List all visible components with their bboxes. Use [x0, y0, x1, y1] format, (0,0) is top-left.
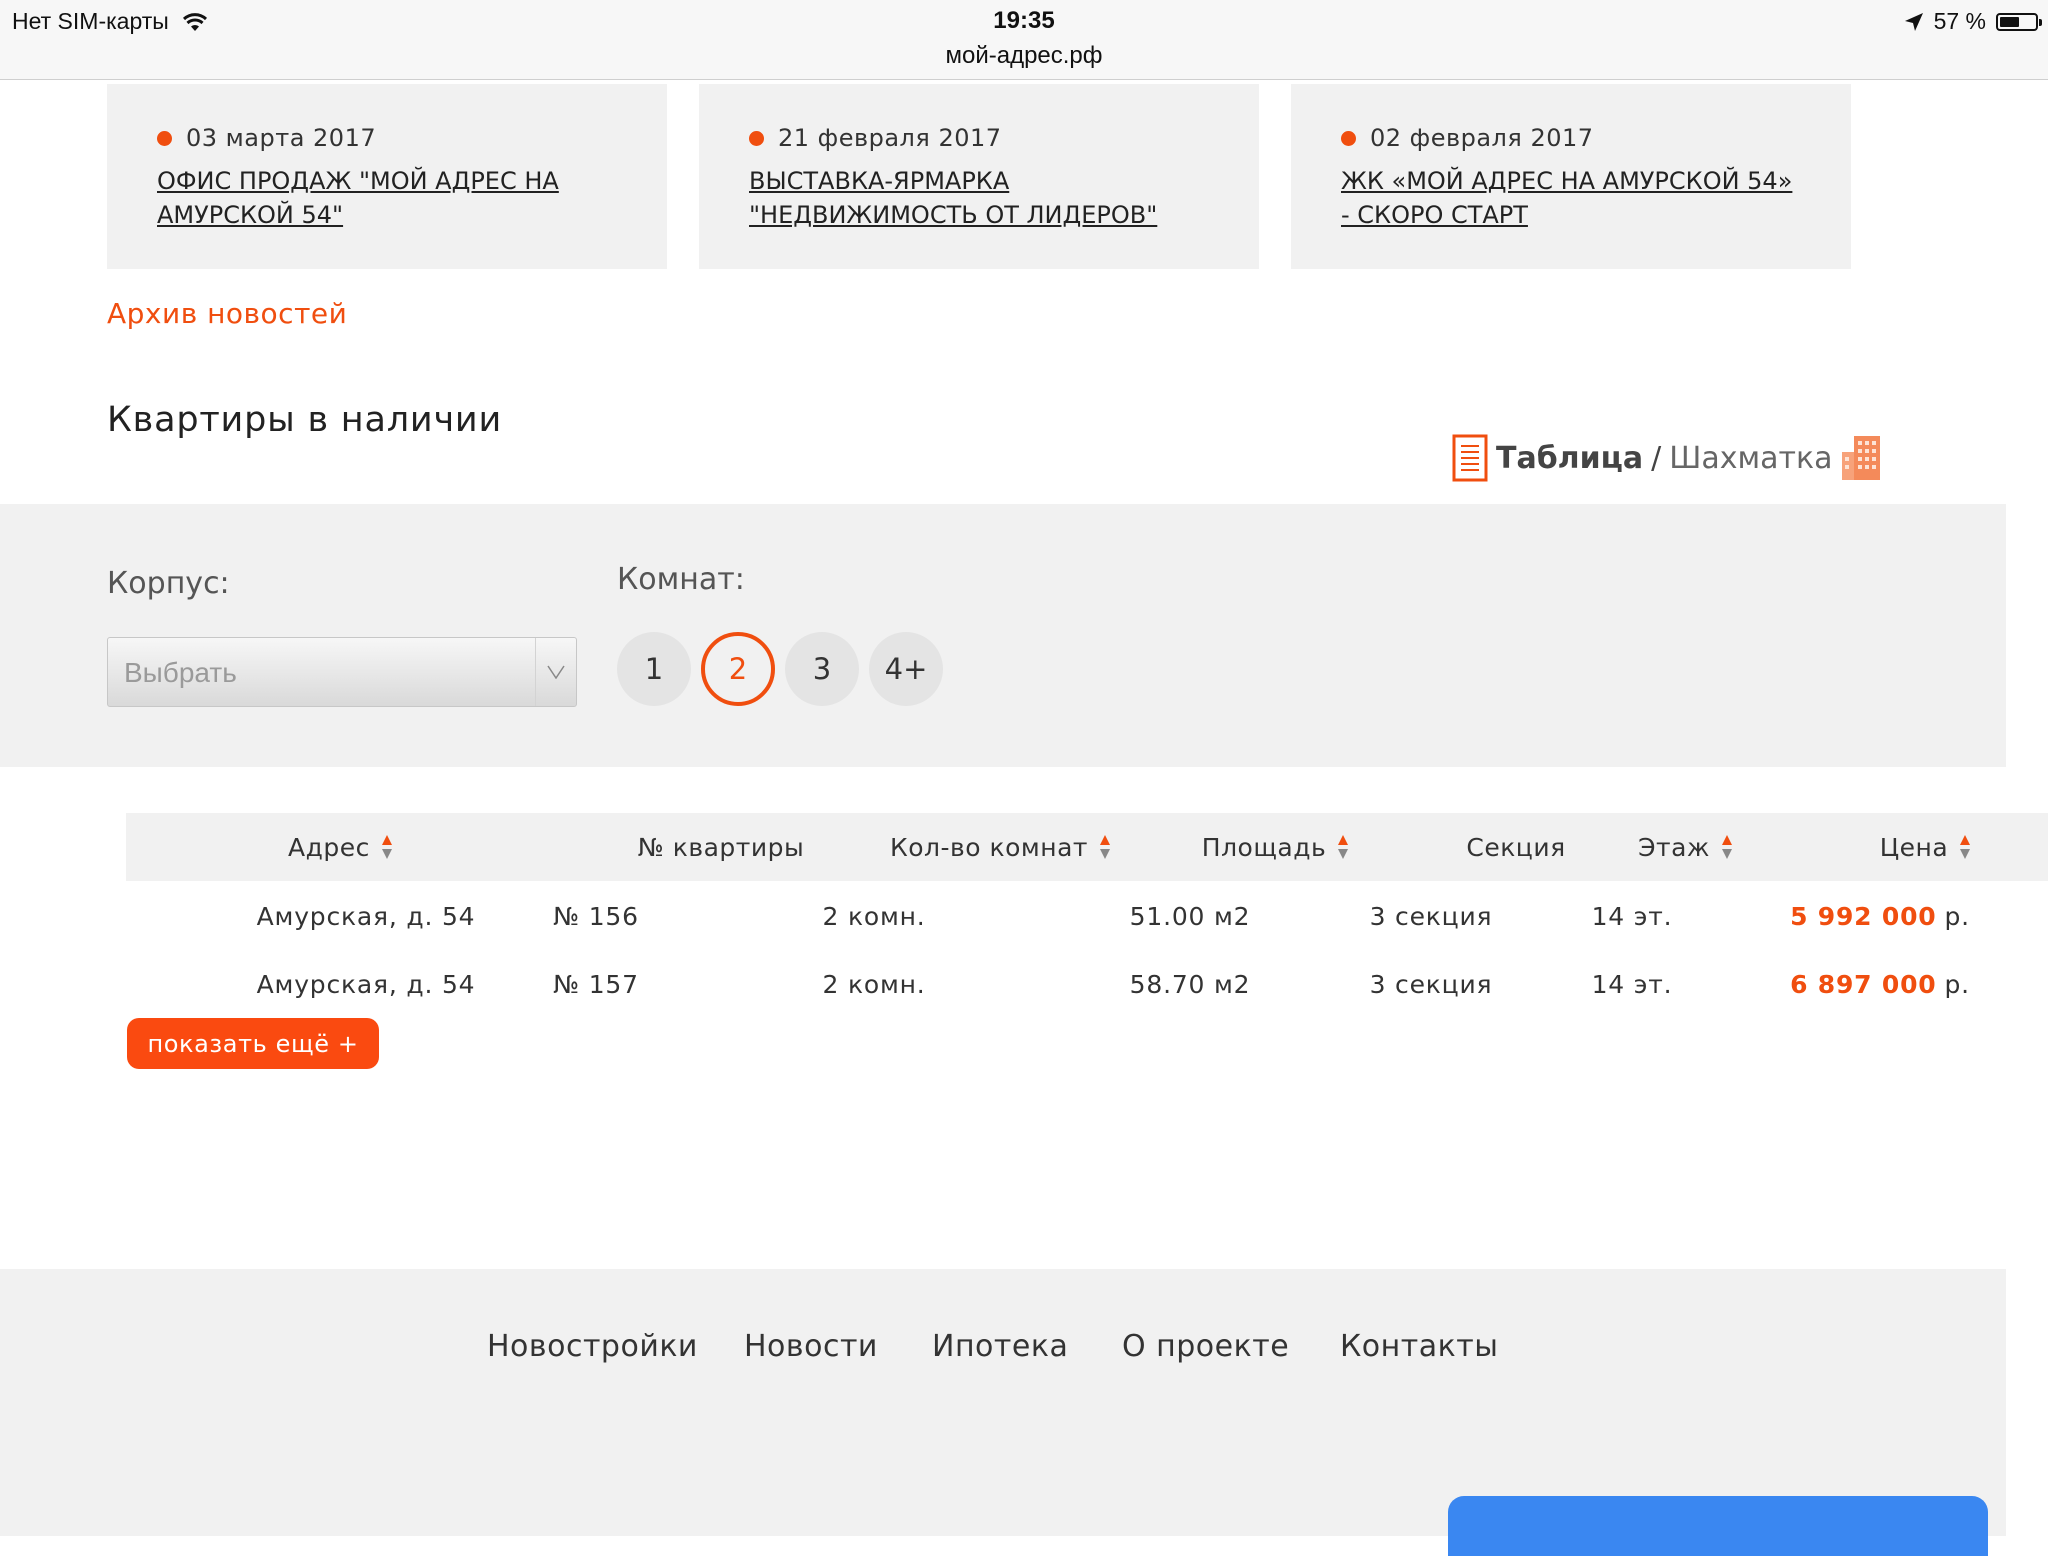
korpus-label: Корпус:: [107, 566, 230, 601]
address-bar-url[interactable]: мой-адрес.рф: [0, 42, 2048, 70]
column-label: Секция: [1466, 832, 1566, 862]
column-header-floor[interactable]: Этаж: [1586, 813, 1786, 881]
cell-area: 51.00 м2: [1129, 901, 1251, 931]
building-icon[interactable]: [1840, 434, 1882, 482]
cell-address: Амурская, д. 54: [256, 901, 476, 931]
footer-link-contacts[interactable]: Контакты: [1340, 1329, 1498, 1364]
cell-section: 3 секция: [1369, 969, 1493, 999]
rooms-label: Комнат:: [617, 562, 745, 597]
table-view-link[interactable]: Таблица: [1496, 441, 1643, 476]
cell-floor: 14 эт.: [1591, 969, 1673, 999]
news-title-line[interactable]: ЖК «МОЙ АДРЕС НА АМУРСКОЙ 54»: [1341, 164, 1827, 198]
view-toggle: Таблица / Шахматка: [1452, 434, 1882, 482]
footer-link-mortgage[interactable]: Ипотека: [932, 1329, 1068, 1364]
korpus-select-value[interactable]: Выбрать: [124, 657, 237, 689]
cell-section: 3 секция: [1369, 901, 1493, 931]
battery-level: [2000, 16, 2020, 27]
cell-floor: 14 эт.: [1591, 901, 1673, 931]
cell-rooms: 2 комн.: [822, 969, 926, 999]
select-arrow[interactable]: [535, 638, 576, 706]
news-card: 21 февраля 2017 ВЫСТАВКА-ЯРМАРКА "НЕДВИЖ…: [699, 84, 1259, 269]
news-date-text: 03 марта 2017: [186, 124, 377, 152]
location-arrow-icon: [1904, 12, 1923, 31]
news-date-text: 21 февраля 2017: [778, 124, 1002, 152]
cell-number: № 156: [553, 901, 639, 931]
view-separator: /: [1651, 440, 1662, 476]
news-archive-link[interactable]: Архив новостей: [107, 297, 347, 330]
bullet-dot-icon: [157, 130, 172, 146]
cell-price: 6 897 000 р.: [1780, 964, 1980, 1004]
column-label: Адрес: [288, 832, 370, 862]
korpus-select[interactable]: Выбрать: [107, 637, 577, 707]
bullet-dot-icon: [749, 130, 764, 146]
news-title-link[interactable]: ВЫСТАВКА-ЯРМАРКА "НЕДВИЖИМОСТЬ ОТ ЛИДЕРО…: [749, 164, 1235, 232]
price-value: 6 897 000: [1790, 969, 1937, 999]
column-header-address[interactable]: Адрес: [216, 813, 466, 881]
news-title-line[interactable]: АМУРСКОЙ 54": [157, 198, 643, 232]
bullet-dot-icon: [1341, 130, 1356, 146]
news-title-line[interactable]: ОФИС ПРОДАЖ "МОЙ АДРЕС НА: [157, 164, 643, 198]
column-header-price[interactable]: Цена: [1826, 813, 2026, 881]
column-label: Цена: [1879, 832, 1949, 862]
news-card: 02 февраля 2017 ЖК «МОЙ АДРЕС НА АМУРСКО…: [1291, 84, 1851, 269]
news-title-line[interactable]: "НЕДВИЖИМОСТЬ ОТ ЛИДЕРОВ": [749, 198, 1235, 232]
sort-icon[interactable]: [1958, 832, 1972, 862]
cell-address: Амурская, д. 54: [256, 969, 476, 999]
rooms-option-2[interactable]: 2: [701, 632, 775, 706]
news-title-link[interactable]: ЖК «МОЙ АДРЕС НА АМУРСКОЙ 54» - СКОРО СТ…: [1341, 164, 1827, 232]
news-title-line[interactable]: ВЫСТАВКА-ЯРМАРКА: [749, 164, 1235, 198]
callback-button[interactable]: [1448, 1496, 1988, 1556]
rooms-option-1[interactable]: 1: [617, 632, 691, 706]
footer-link-novostroyki[interactable]: Новостройки: [487, 1329, 698, 1364]
footer-link-news[interactable]: Новости: [744, 1329, 878, 1364]
battery-percent: 57 %: [1933, 8, 1986, 34]
section-title: Квартиры в наличии: [107, 400, 503, 440]
cell-area: 58.70 м2: [1129, 969, 1251, 999]
chevron-down-icon: [547, 665, 565, 679]
news-title-link[interactable]: ОФИС ПРОДАЖ "МОЙ АДРЕС НА АМУРСКОЙ 54": [157, 164, 643, 232]
battery-icon: [1996, 12, 2042, 31]
news-card: 03 марта 2017 ОФИС ПРОДАЖ "МОЙ АДРЕС НА …: [107, 84, 667, 269]
column-label: Кол-во комнат: [889, 832, 1088, 862]
rooms-option-3[interactable]: 3: [785, 632, 859, 706]
price-currency: р.: [1944, 969, 1970, 999]
column-label: Этаж: [1638, 832, 1710, 862]
news-date: 21 февраля 2017: [749, 124, 1235, 152]
status-right: 57 %: [1904, 8, 2042, 35]
sort-icon[interactable]: [1720, 832, 1734, 862]
price-currency: р.: [1944, 901, 1970, 931]
battery-tip: [2039, 18, 2042, 26]
cell-rooms: 2 комн.: [822, 901, 926, 931]
footer-link-about[interactable]: О проекте: [1122, 1329, 1289, 1364]
rooms-option-4plus[interactable]: 4+: [869, 632, 943, 706]
sort-icon[interactable]: [1098, 832, 1112, 862]
news-date: 02 февраля 2017: [1341, 124, 1827, 152]
news-date-text: 02 февраля 2017: [1370, 124, 1594, 152]
filters-panel: Корпус: Комнат: Выбрать 1 2 3 4+: [0, 504, 2006, 767]
show-more-button[interactable]: показать ещё +: [127, 1018, 379, 1069]
cell-price: 5 992 000 р.: [1780, 896, 1980, 936]
news-date: 03 марта 2017: [157, 124, 643, 152]
sort-icon[interactable]: [1336, 832, 1350, 862]
table-header: Адрес № квартиры Кол-во комнат Площадь С…: [126, 813, 2048, 881]
table-view-icon[interactable]: [1452, 434, 1488, 482]
sort-icon[interactable]: [380, 832, 394, 862]
news-title-line[interactable]: - СКОРО СТАРТ: [1341, 198, 1827, 232]
price-value: 5 992 000: [1790, 901, 1937, 931]
clock: 19:35: [993, 7, 1055, 34]
status-bar: Нет SIM-карты 19:35 мой-адрес.рф 57 %: [0, 0, 2048, 80]
chess-view-link[interactable]: Шахматка: [1669, 441, 1832, 476]
cell-number: № 157: [553, 969, 639, 999]
column-label: Площадь: [1201, 832, 1327, 862]
